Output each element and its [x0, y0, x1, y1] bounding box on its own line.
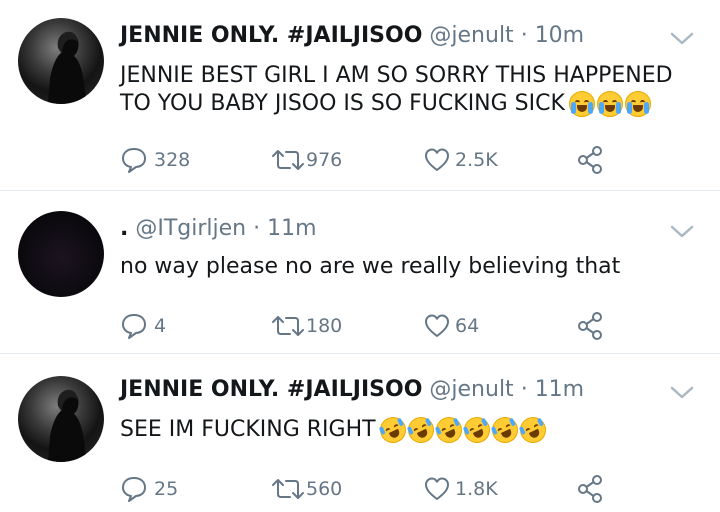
- like-count: 2.5K: [455, 149, 498, 171]
- share-icon: [578, 312, 602, 340]
- timestamp[interactable]: 11m: [267, 216, 316, 241]
- loudly-crying-face-icon: [624, 91, 651, 117]
- reply-icon: [122, 477, 146, 502]
- reply-count: 328: [154, 149, 191, 171]
- avatar[interactable]: [18, 376, 104, 462]
- username[interactable]: @jenult: [429, 377, 513, 402]
- reply-count: 25: [154, 478, 179, 500]
- separator: ·: [520, 377, 528, 402]
- chevron-down-icon[interactable]: [668, 24, 696, 52]
- reply-button[interactable]: 25: [120, 474, 178, 504]
- reply-button[interactable]: 4: [120, 311, 166, 341]
- like-button[interactable]: 2.5K: [423, 145, 498, 175]
- like-count: 64: [455, 315, 480, 337]
- timestamp[interactable]: 10m: [535, 23, 584, 48]
- rolling-on-floor-laughing-icon: [375, 412, 410, 448]
- share-button[interactable]: [575, 474, 605, 504]
- share-button[interactable]: [575, 145, 605, 175]
- chevron-down-icon[interactable]: [668, 217, 696, 245]
- reply-icon: [122, 148, 146, 173]
- retweet-icon: [272, 316, 304, 336]
- loudly-crying-face-icon: [596, 91, 623, 117]
- retweet-button[interactable]: 180: [270, 311, 342, 341]
- tweet[interactable]: . @ITgirljen · 11m no way please no are …: [0, 191, 720, 353]
- tweet-header: . @ITgirljen · 11m: [120, 215, 317, 243]
- retweet-icon: [272, 479, 304, 499]
- separator: ·: [253, 216, 261, 241]
- retweet-button[interactable]: 560: [270, 474, 342, 504]
- share-button[interactable]: [575, 311, 605, 341]
- share-icon: [578, 146, 602, 174]
- tweet-actions: 25 560 1.8K: [120, 474, 620, 504]
- tweet-text-content: SEE IM FUCKING RIGHT: [120, 417, 376, 442]
- tweet-actions: 4 180 64: [120, 311, 620, 341]
- tweet-header: JENNIE ONLY. #JAILJISOO @jenult · 10m: [120, 22, 584, 50]
- tweet-header: JENNIE ONLY. #JAILJISOO @jenult · 11m: [120, 376, 584, 404]
- heart-icon: [425, 314, 449, 337]
- tweet-text: no way please no are we really believing…: [120, 254, 621, 279]
- username[interactable]: @jenult: [429, 23, 513, 48]
- timeline: JENNIE ONLY. #JAILJISOO @jenult · 10m JE…: [0, 0, 720, 512]
- loudly-crying-face-icon: [568, 91, 595, 117]
- tweet-actions: 328 976 2.5K: [120, 145, 620, 175]
- rolling-on-floor-laughing-icon: [459, 412, 494, 448]
- rolling-on-floor-laughing-icon: [431, 412, 466, 448]
- like-button[interactable]: 1.8K: [423, 474, 498, 504]
- rolling-on-floor-laughing-icon: [515, 412, 550, 448]
- avatar-photo-silhouette: [48, 389, 86, 462]
- display-name[interactable]: JENNIE ONLY. #JAILJISOO: [120, 377, 422, 402]
- username[interactable]: @ITgirljen: [135, 216, 246, 241]
- tweet-text: SEE IM FUCKING RIGHT: [120, 412, 700, 448]
- retweet-button[interactable]: 976: [270, 145, 342, 175]
- reply-icon: [122, 314, 146, 339]
- chevron-down-icon[interactable]: [668, 378, 696, 406]
- tweet[interactable]: JENNIE ONLY. #JAILJISOO @jenult · 10m JE…: [0, 0, 720, 190]
- timestamp[interactable]: 11m: [535, 377, 584, 402]
- heart-icon: [425, 477, 449, 500]
- retweet-icon: [272, 150, 304, 170]
- emoji-group: [568, 90, 653, 118]
- retweet-count: 976: [306, 149, 343, 171]
- avatar[interactable]: [18, 18, 104, 104]
- like-button[interactable]: 64: [423, 311, 479, 341]
- emoji-group: [375, 412, 550, 448]
- tweet[interactable]: JENNIE ONLY. #JAILJISOO @jenult · 11m SE…: [0, 354, 720, 512]
- reply-button[interactable]: 328: [120, 145, 190, 175]
- avatar-photo-silhouette: [48, 31, 86, 104]
- separator: ·: [520, 23, 528, 48]
- share-icon: [578, 475, 602, 503]
- rolling-on-floor-laughing-icon: [487, 412, 522, 448]
- reply-count: 4: [154, 315, 167, 337]
- display-name[interactable]: JENNIE ONLY. #JAILJISOO: [120, 23, 422, 48]
- display-name[interactable]: .: [120, 216, 128, 241]
- heart-icon: [425, 148, 449, 171]
- tweet-text: JENNIE BEST GIRL I AM SO SORRY THIS HAPP…: [120, 62, 700, 118]
- avatar[interactable]: [18, 211, 104, 297]
- retweet-count: 560: [306, 478, 343, 500]
- rolling-on-floor-laughing-icon: [403, 412, 438, 448]
- retweet-count: 180: [306, 315, 343, 337]
- like-count: 1.8K: [455, 478, 498, 500]
